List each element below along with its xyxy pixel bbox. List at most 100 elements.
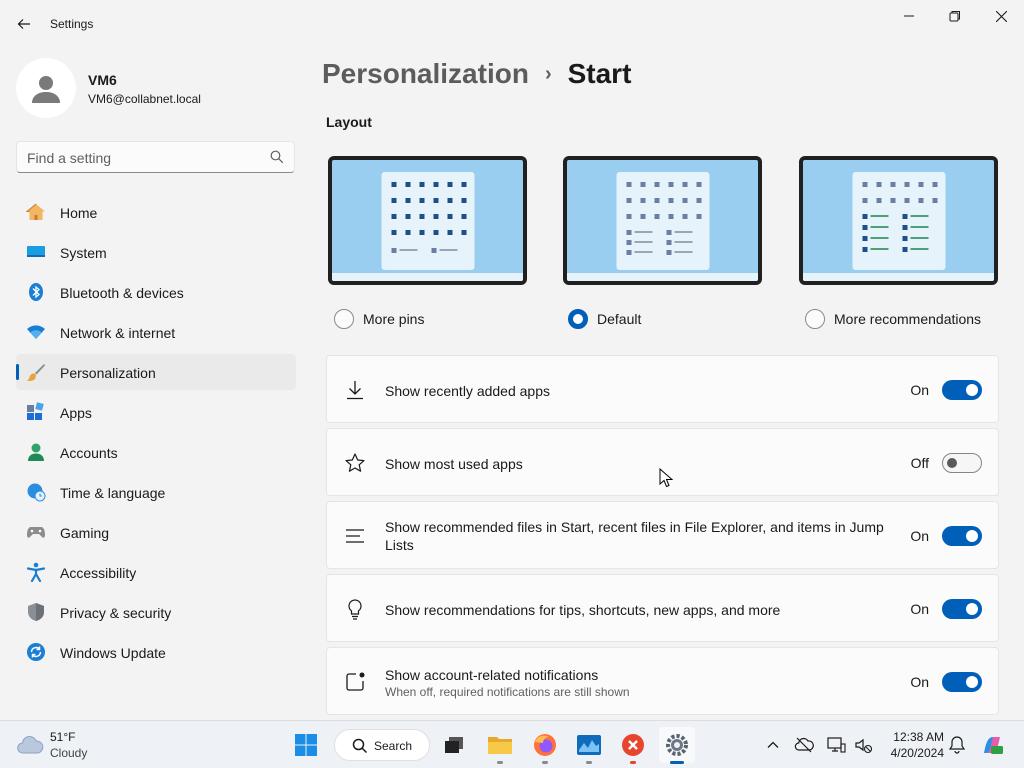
- toggle-switch[interactable]: [942, 672, 982, 692]
- settings-app-icon: [666, 734, 688, 756]
- radio-circle-checked[interactable]: [568, 309, 588, 329]
- sidebar-item-privacy[interactable]: Privacy & security: [16, 594, 296, 630]
- layout-preview-more-pins[interactable]: [328, 156, 527, 285]
- toggle-switch[interactable]: [942, 380, 982, 400]
- task-manager-icon: [577, 735, 601, 755]
- weather-desc: Cloudy: [50, 746, 88, 760]
- sidebar-item-network[interactable]: Network & internet: [16, 314, 296, 350]
- weather-widget[interactable]: 51°F Cloudy: [16, 729, 116, 761]
- sidebar-item-label: System: [60, 245, 107, 261]
- notification-bell-icon[interactable]: [947, 735, 967, 755]
- breadcrumb-separator: ›: [544, 62, 552, 85]
- task-view-button[interactable]: [436, 727, 472, 763]
- setting-label: Show account-related notifications: [385, 667, 599, 683]
- running-indicator: [497, 761, 503, 764]
- toggle-switch[interactable]: [942, 599, 982, 619]
- active-indicator: [670, 761, 684, 764]
- minimize-button[interactable]: [886, 0, 932, 32]
- setting-label: Show recommendations for tips, shortcuts…: [385, 602, 781, 618]
- radio-more-recommendations[interactable]: More recommendations: [805, 309, 981, 329]
- layout-section-title: Layout: [326, 114, 372, 130]
- restore-icon: [949, 11, 960, 22]
- setting-tips-recommendations: Show recommendations for tips, shortcuts…: [326, 574, 999, 642]
- firefox-icon: [534, 734, 556, 756]
- display-icon[interactable]: [826, 735, 846, 755]
- radio-circle[interactable]: [805, 309, 825, 329]
- sidebar-item-bluetooth[interactable]: Bluetooth & devices: [16, 274, 296, 310]
- sidebar-item-accounts[interactable]: Accounts: [16, 434, 296, 470]
- settings-app-button[interactable]: [659, 727, 695, 764]
- default-preview-icon: [626, 182, 701, 255]
- radio-more-pins[interactable]: More pins: [334, 309, 424, 329]
- task-view-icon: [445, 737, 463, 753]
- layout-screen: [803, 160, 994, 281]
- layout-preview-more-recommendations[interactable]: [799, 156, 998, 285]
- taskbar-preview: [803, 273, 994, 281]
- apps-icon: [27, 402, 44, 420]
- clock-time: 12:38 AM: [893, 730, 944, 744]
- clock[interactable]: 12:38 AM 4/20/2024: [880, 729, 944, 761]
- search-icon: [352, 738, 368, 754]
- layout-preview-default[interactable]: [563, 156, 762, 285]
- layout-screen: [332, 160, 523, 281]
- sidebar-item-system[interactable]: System: [16, 234, 296, 270]
- user-profile[interactable]: VM6 VM6@collabnet.local: [16, 58, 296, 118]
- file-explorer-button[interactable]: [482, 727, 518, 764]
- more-pins-preview-icon: [391, 182, 466, 253]
- breadcrumb-parent[interactable]: Personalization: [322, 58, 529, 90]
- accessibility-icon: [26, 562, 46, 582]
- sidebar-item-label: Privacy & security: [60, 605, 172, 621]
- user-name: VM6: [88, 72, 117, 88]
- toggle-switch[interactable]: [942, 453, 982, 473]
- radio-label: More pins: [363, 311, 425, 327]
- firefox-button[interactable]: [527, 727, 563, 764]
- start-button[interactable]: [288, 727, 324, 763]
- sidebar-item-label: Gaming: [60, 525, 110, 541]
- notification-badge-icon: [346, 672, 365, 691]
- close-button[interactable]: [978, 0, 1024, 32]
- taskbar: 51°F Cloudy Search 12:38 AM 4/20/2024: [0, 720, 1024, 768]
- clock-date: 4/20/2024: [890, 746, 944, 760]
- back-button[interactable]: [8, 8, 40, 40]
- maximize-button[interactable]: [932, 0, 978, 32]
- task-manager-button[interactable]: [571, 727, 607, 764]
- running-indicator: [542, 761, 548, 764]
- xmind-button[interactable]: [615, 727, 651, 764]
- radio-circle[interactable]: [334, 309, 354, 329]
- breadcrumb: Personalization › Start: [322, 58, 631, 90]
- running-indicator: [586, 761, 592, 764]
- setting-recommended-files: Show recommended files in Start, recent …: [326, 501, 999, 569]
- sidebar-item-accessibility[interactable]: Accessibility: [16, 554, 296, 590]
- sidebar-item-label: Windows Update: [60, 645, 166, 661]
- star-icon: [345, 453, 365, 472]
- toggle-switch[interactable]: [942, 526, 982, 546]
- sidebar-item-personalization[interactable]: Personalization: [16, 354, 296, 390]
- brush-icon: [27, 364, 45, 381]
- toggle-knob: [966, 530, 978, 542]
- search-input[interactable]: Find a setting: [16, 141, 295, 173]
- sidebar-item-gaming[interactable]: Gaming: [16, 514, 296, 550]
- onedrive-offline-icon[interactable]: [794, 735, 814, 755]
- sidebar-item-label: Network & internet: [60, 325, 176, 341]
- sidebar-item-apps[interactable]: Apps: [16, 394, 296, 430]
- sidebar-item-windows-update[interactable]: Windows Update: [16, 634, 296, 670]
- taskbar-search[interactable]: Search: [334, 729, 430, 761]
- back-arrow-icon: [17, 19, 30, 29]
- toggle-state-label: On: [910, 528, 929, 544]
- radio-label: Default: [597, 311, 642, 327]
- person-icon: [32, 76, 60, 103]
- user-email: VM6@collabnet.local: [88, 92, 201, 106]
- network-volume-icon[interactable]: [853, 735, 873, 755]
- sidebar-item-time-language[interactable]: Time & language: [16, 474, 296, 510]
- copilot-icon[interactable]: [980, 733, 1004, 757]
- toggle-state-label: Off: [910, 455, 929, 471]
- mouse-cursor-icon: [659, 468, 673, 488]
- start-icon: [295, 734, 317, 756]
- chevron-up-icon[interactable]: [763, 735, 783, 755]
- accounts-icon: [28, 443, 44, 461]
- more-recommendations-preview-icon: [862, 182, 937, 252]
- sidebar-item-label: Time & language: [60, 485, 166, 501]
- toggle-knob: [947, 458, 957, 468]
- radio-default[interactable]: Default: [568, 309, 641, 329]
- sidebar-item-home[interactable]: Home: [16, 194, 296, 230]
